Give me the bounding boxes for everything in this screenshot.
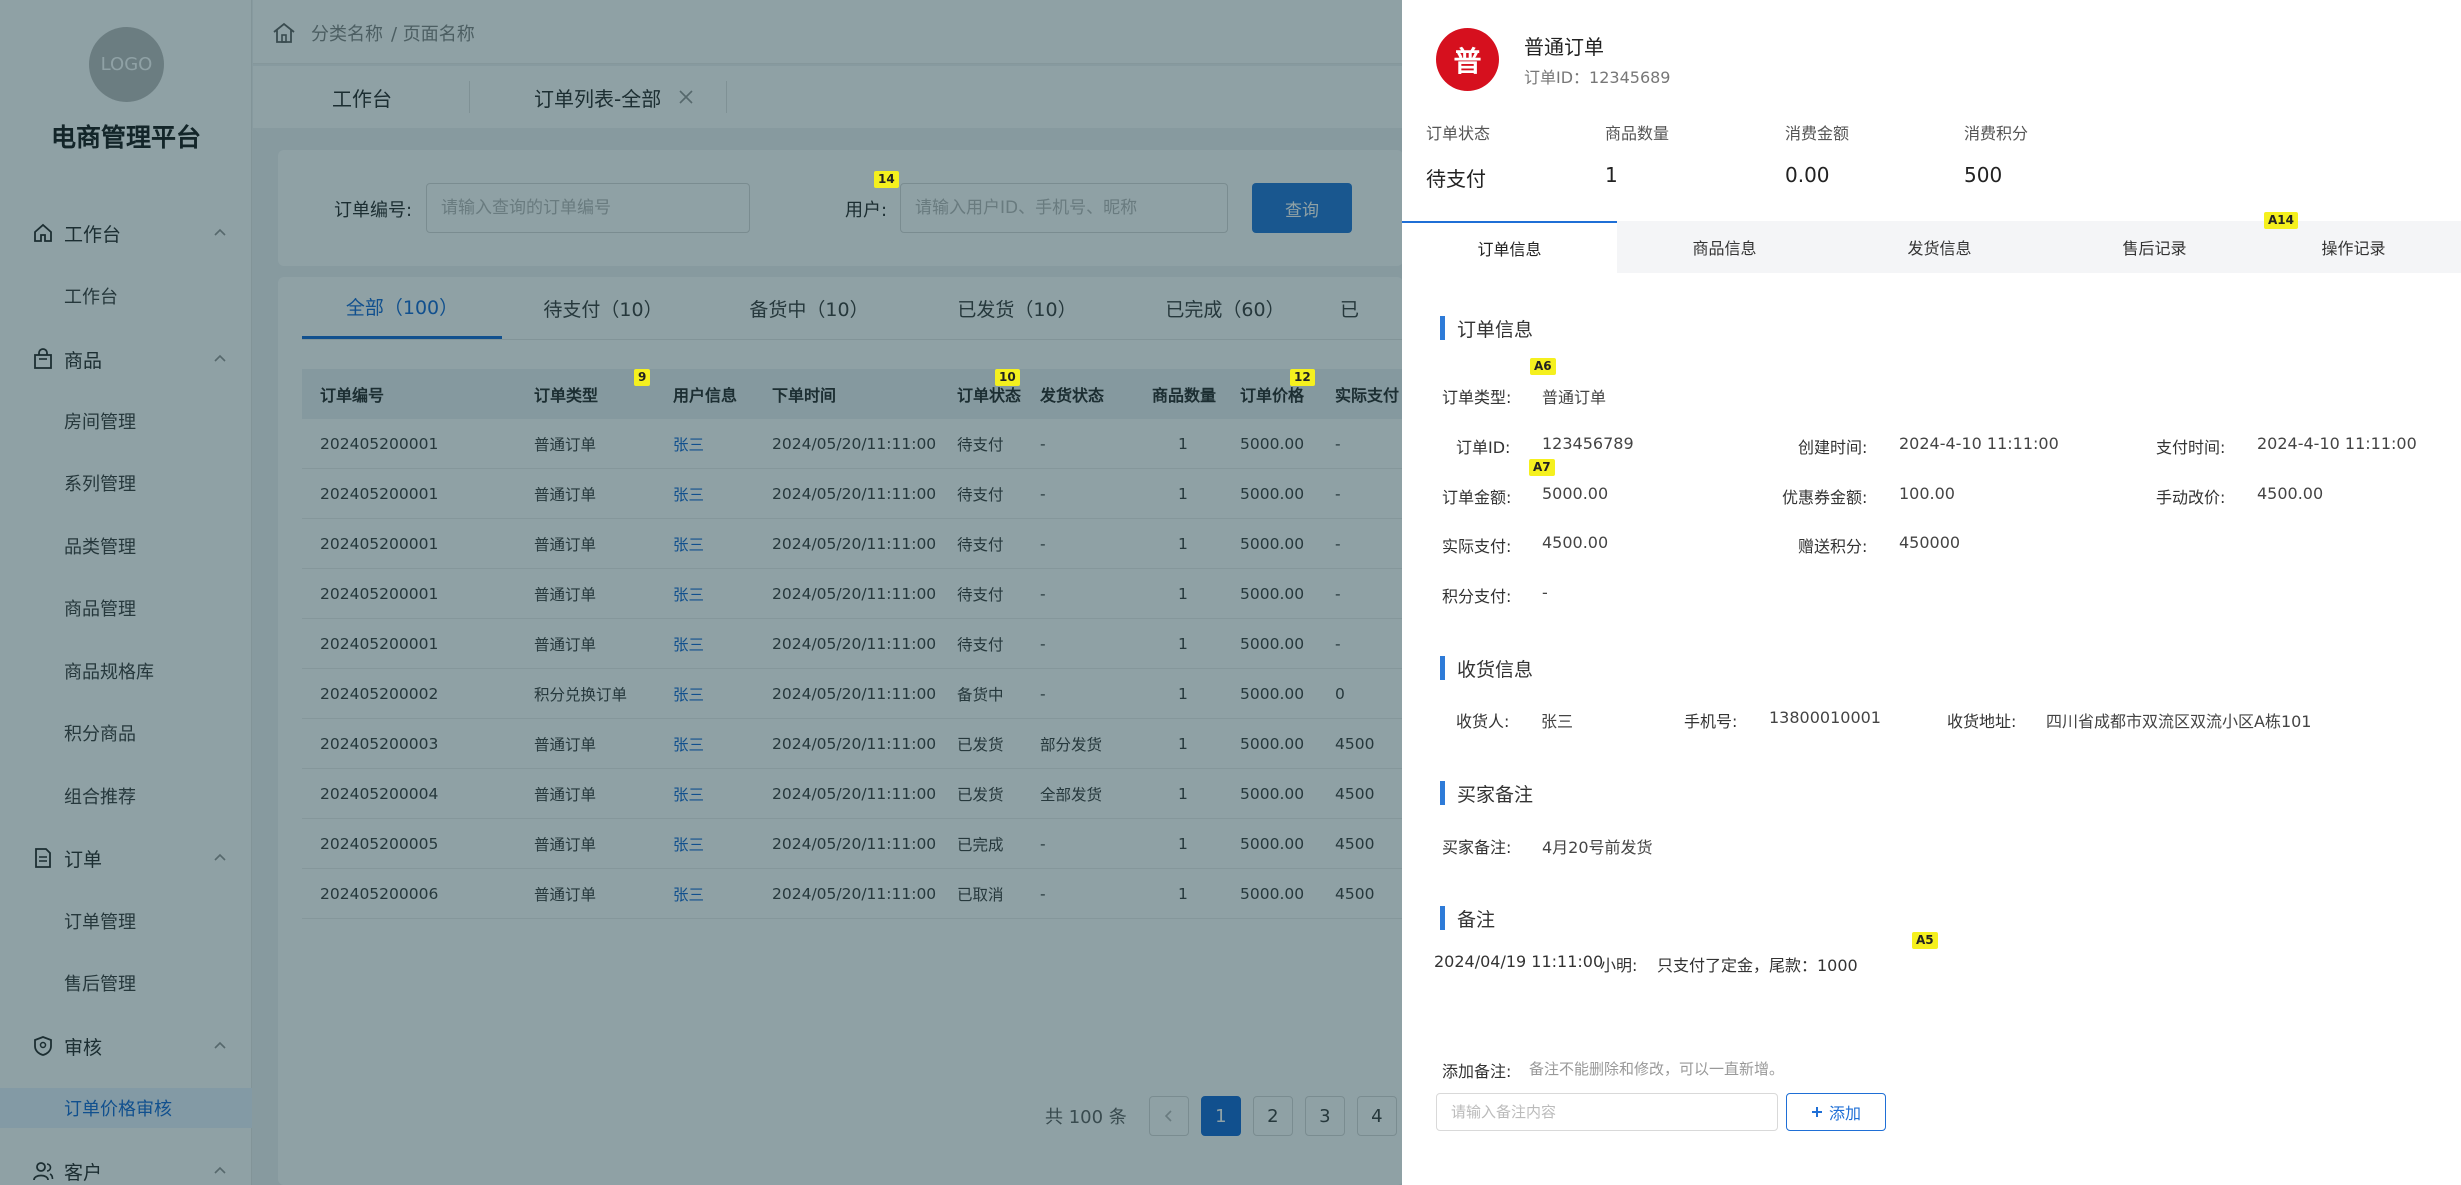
add-remark-label: 添加备注: bbox=[1442, 1062, 1512, 1081]
order-amount-value: 5000.00 bbox=[1542, 484, 1609, 503]
add-remark-button[interactable]: 添加 bbox=[1786, 1093, 1886, 1131]
phone-value: 13800010001 bbox=[1769, 708, 1881, 727]
stat-label: 消费积分 bbox=[1964, 124, 2029, 143]
section-title-buyer-note: 买家备注 bbox=[1440, 781, 1533, 806]
stat-value: 待支付 bbox=[1426, 167, 1486, 191]
stat-label: 消费金额 bbox=[1785, 124, 1850, 143]
drawer-tabs: 订单信息 商品信息 发货信息 售后记录 操作记录 bbox=[1402, 221, 2461, 273]
remark-author: 小明: bbox=[1600, 956, 1638, 975]
tab-product-info[interactable]: 商品信息 bbox=[1617, 221, 1832, 273]
field-label: 手机号: bbox=[1684, 712, 1738, 731]
stat-value: 0.00 bbox=[1785, 163, 1830, 187]
field-label: 支付时间: bbox=[2156, 438, 2226, 457]
order-type-value: 普通订单 bbox=[1542, 388, 1607, 407]
created-time-value: 2024-4-10 11:11:00 bbox=[1899, 434, 2059, 453]
field-label: 创建时间: bbox=[1798, 438, 1868, 457]
manual-price-value: 4500.00 bbox=[2257, 484, 2324, 503]
annotation-badge: 9 bbox=[634, 369, 651, 386]
section-title-order-info: 订单信息 bbox=[1440, 316, 1533, 341]
gift-points-value: 450000 bbox=[1899, 533, 1961, 552]
field-label: 实际支付: bbox=[1442, 537, 1512, 556]
section-title-remarks: 备注 bbox=[1440, 906, 1495, 931]
tab-order-info[interactable]: 订单信息 bbox=[1402, 221, 1617, 273]
remark-text: 只支付了定金，尾款：1000 bbox=[1657, 956, 1858, 975]
drawer-title: 普通订单 bbox=[1524, 35, 1604, 59]
field-label: 订单ID: bbox=[1456, 438, 1511, 457]
stat-value: 1 bbox=[1605, 163, 1618, 187]
paid-time-value: 2024-4-10 11:11:00 bbox=[2257, 434, 2417, 453]
annotation-badge: A14 bbox=[2264, 212, 2298, 229]
stat-label: 商品数量 bbox=[1605, 124, 1670, 143]
field-label: 手动改价: bbox=[2156, 488, 2226, 507]
annotation-badge: A6 bbox=[1530, 358, 1556, 375]
annotation-badge: 14 bbox=[874, 171, 899, 188]
stat-value: 500 bbox=[1964, 163, 2003, 187]
coupon-amount-value: 100.00 bbox=[1899, 484, 1955, 503]
plus-icon bbox=[1811, 1107, 1822, 1117]
field-label: 收货人: bbox=[1456, 712, 1510, 731]
field-label: 买家备注: bbox=[1442, 838, 1512, 857]
add-button-label: 添加 bbox=[1828, 1104, 1861, 1123]
drawer-order-id: 订单ID：12345689 bbox=[1524, 68, 1671, 87]
annotation-badge: A7 bbox=[1529, 459, 1555, 476]
actual-payment-value: 4500.00 bbox=[1542, 533, 1609, 552]
annotation-badge: 10 bbox=[995, 369, 1020, 386]
field-label: 积分支付: bbox=[1442, 587, 1512, 606]
field-label: 收货地址: bbox=[1947, 712, 2017, 731]
points-payment-value: - bbox=[1542, 583, 1548, 602]
field-label: 赠送积分: bbox=[1798, 537, 1868, 556]
add-remark-hint: 备注不能删除和修改，可以一直新增。 bbox=[1529, 1060, 1785, 1078]
stat-label: 订单状态 bbox=[1426, 124, 1491, 143]
order-detail-drawer: 普 普通订单 订单ID：12345689 订单状态 待支付 商品数量 1 消费金… bbox=[1402, 0, 2461, 1185]
tab-after-sales[interactable]: 售后记录 bbox=[2047, 221, 2262, 273]
field-label: 订单金额: bbox=[1442, 488, 1512, 507]
annotation-badge: A5 bbox=[1912, 932, 1938, 949]
annotation-badge: 12 bbox=[1290, 369, 1315, 386]
receiver-value: 张三 bbox=[1541, 712, 1574, 731]
remark-time: 2024/04/19 11:11:00 bbox=[1434, 952, 1604, 971]
section-title-shipping: 收货信息 bbox=[1440, 656, 1533, 681]
field-label: 优惠券金额: bbox=[1782, 488, 1868, 507]
order-id-value: 123456789 bbox=[1542, 434, 1634, 453]
buyer-note-value: 4月20号前发货 bbox=[1542, 838, 1653, 857]
address-value: 四川省成都市双流区双流小区A栋101 bbox=[2046, 712, 2312, 731]
tab-shipping-info[interactable]: 发货信息 bbox=[1832, 221, 2047, 273]
remark-input[interactable] bbox=[1436, 1093, 1778, 1131]
order-type-avatar: 普 bbox=[1436, 28, 1499, 91]
modal-overlay[interactable] bbox=[0, 0, 1402, 1185]
field-label: 订单类型: bbox=[1442, 388, 1512, 407]
